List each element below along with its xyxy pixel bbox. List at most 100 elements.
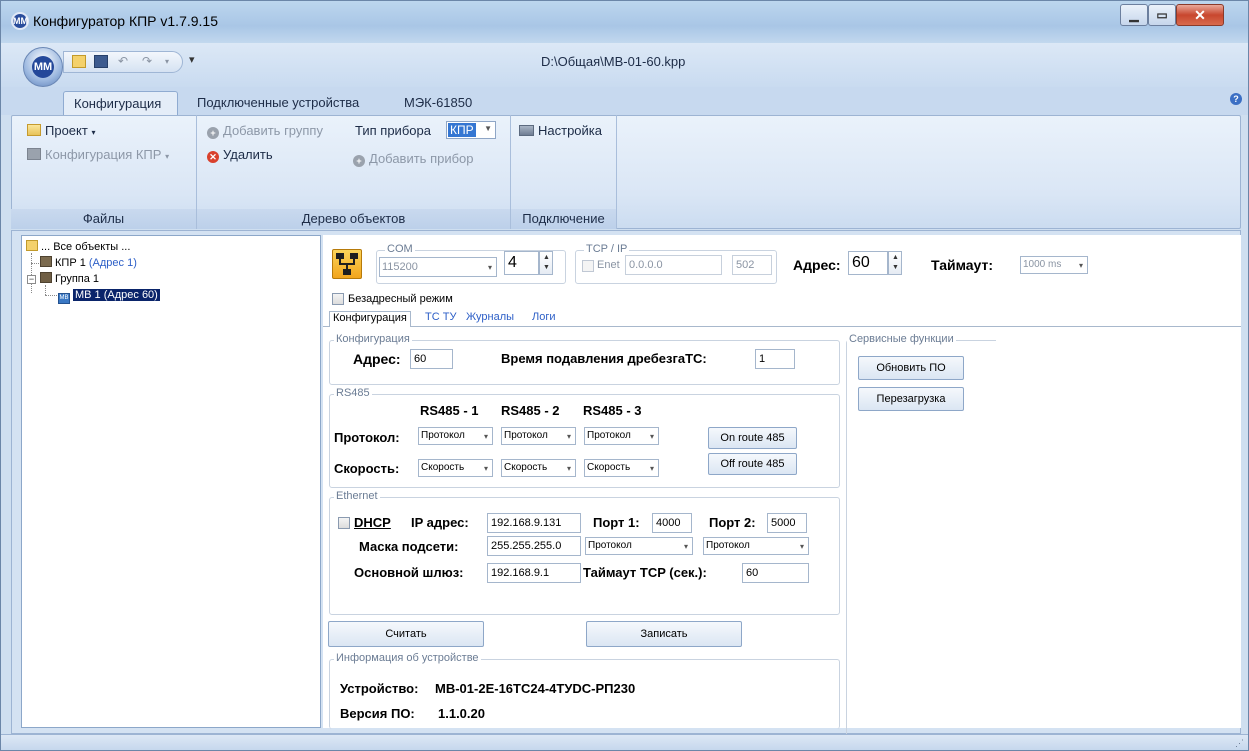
rs485-1-header: RS485 - 1 [420, 403, 479, 418]
ribbon-group-connection: Настройка Подключение [511, 115, 617, 229]
speed-label: Скорость: [334, 461, 400, 476]
firmware-label: Версия ПО: [340, 706, 415, 721]
off-route-485-button[interactable]: Off route 485 [708, 453, 797, 475]
dropdown-caret-icon: ▾ [91, 128, 96, 137]
redo-dropdown-icon[interactable]: ▾ [160, 55, 174, 68]
app-window: MM Конфигуратор КПР v1.7.9.15 ▁ ▭ ✕ MM ↶… [0, 0, 1249, 751]
connection-settings-button[interactable]: Настройка [519, 123, 602, 138]
update-firmware-button[interactable]: Обновить ПО [858, 356, 964, 380]
connect-network-button[interactable] [332, 249, 362, 279]
subnet-mask-input[interactable]: 255.255.255.0 [487, 536, 581, 556]
rs485-legend: RS485 [334, 387, 372, 399]
tree-item-kpr[interactable]: КПР 1 (Адрес 1) [40, 256, 137, 269]
ethernet-protocol1-select[interactable]: Протокол ▾ [585, 537, 693, 555]
gateway-input[interactable]: 192.168.9.1 [487, 563, 581, 583]
redo-icon[interactable]: ↷ [140, 55, 154, 68]
tree-item-mv[interactable]: MB МВ 1 (Адрес 60) [58, 289, 160, 304]
protocol-value: Протокол [421, 430, 465, 441]
chevron-down-icon: ▾ [487, 263, 492, 272]
enet-label: Enet [597, 259, 620, 271]
help-icon[interactable]: ? [1230, 93, 1242, 105]
add-group-button[interactable]: + Добавить группу [207, 123, 323, 139]
project-button[interactable]: Проект ▾ [27, 123, 95, 138]
address-stepper[interactable]: ▲ ▼ [888, 251, 902, 275]
read-button[interactable]: Считать [328, 621, 484, 647]
address-input[interactable]: 60 [848, 251, 888, 275]
title-bar: MM Конфигуратор КПР v1.7.9.15 ▁ ▭ ✕ [1, 1, 1248, 43]
tree-connector [31, 253, 32, 293]
tcp-port-input[interactable]: 502 [732, 255, 772, 275]
enet-checkbox[interactable] [582, 260, 594, 272]
minimize-button[interactable]: ▁ [1120, 4, 1148, 26]
timeout-label: Таймаут: [931, 257, 994, 273]
service-legend: Сервисные функции [847, 333, 956, 345]
dhcp-checkbox[interactable] [338, 517, 350, 529]
tab-logs[interactable]: Логи [532, 311, 556, 327]
firmware-value: 1.1.0.20 [438, 706, 485, 721]
com-port-stepper[interactable]: ▲ ▼ [539, 251, 553, 275]
rs485-2-speed-select[interactable]: Скорость ▾ [501, 459, 576, 477]
tab-iec-61850[interactable]: МЭК-61850 [394, 91, 482, 117]
ip-address-label: IP адрес: [411, 515, 469, 530]
folder-icon [27, 124, 41, 136]
on-route-485-button[interactable]: On route 485 [708, 427, 797, 449]
device-tree[interactable]: ... Все объекты ... КПР 1 (Адрес 1) − Гр… [21, 235, 321, 728]
dhcp-label[interactable]: DHCP [354, 515, 391, 530]
group-icon [40, 272, 52, 283]
config-kpr-button[interactable]: Конфигурация КПР ▾ [27, 147, 169, 162]
tree-root-label: ... Все объекты ... [41, 241, 131, 253]
reboot-button[interactable]: Перезагрузка [858, 387, 964, 411]
speed-value: Скорость [421, 462, 465, 473]
device-type-select[interactable]: КПР ▼ [446, 121, 496, 139]
chevron-down-icon: ▾ [1078, 261, 1083, 270]
write-button[interactable]: Записать [586, 621, 742, 647]
mv-device-icon: MB [58, 293, 70, 304]
stepper-down-icon: ▼ [892, 264, 899, 271]
timeout-select[interactable]: 1000 ms ▾ [1020, 256, 1088, 274]
ip-input[interactable]: 0.0.0.0 [625, 255, 722, 275]
resize-grip-icon[interactable]: ⋰ [1235, 738, 1244, 749]
tree-root[interactable]: ... Все объекты ... [26, 240, 130, 253]
port2-input[interactable]: 5000 [767, 513, 807, 533]
application-menu-button[interactable]: MM [23, 47, 63, 87]
ethernet-ip-input[interactable]: 192.168.9.131 [487, 513, 581, 533]
open-folder-icon[interactable] [72, 55, 86, 68]
tab-configuration[interactable]: Конфигурация [63, 91, 178, 117]
tcp-timeout-input[interactable]: 60 [742, 563, 809, 583]
delete-button[interactable]: ✕ Удалить [207, 147, 273, 163]
settings-label: Настройка [538, 123, 602, 138]
tab-ts-tu[interactable]: ТС ТУ [425, 311, 456, 327]
debounce-input[interactable]: 1 [755, 349, 795, 369]
rs485-3-speed-select[interactable]: Скорость ▾ [584, 459, 659, 477]
ethernet-protocol2-select[interactable]: Протокол ▾ [703, 537, 809, 555]
save-icon[interactable] [94, 55, 108, 68]
com-port-input[interactable]: 4 [504, 251, 539, 275]
port1-input[interactable]: 4000 [652, 513, 692, 533]
network-icon [519, 125, 534, 136]
addressless-checkbox[interactable] [332, 293, 344, 305]
config-address-input[interactable]: 60 [410, 349, 453, 369]
files-group-label: Файлы [11, 209, 196, 229]
collapse-icon[interactable]: − [27, 275, 36, 284]
rs485-1-protocol-select[interactable]: Протокол ▾ [418, 427, 493, 445]
tab-device-config[interactable]: Конфигурация [329, 311, 411, 327]
rs485-3-header: RS485 - 3 [583, 403, 642, 418]
add-device-button[interactable]: + Добавить прибор [353, 151, 474, 167]
tab-journals[interactable]: Журналы [466, 311, 514, 327]
maximize-button[interactable]: ▭ [1148, 4, 1176, 26]
add-group-label: Добавить группу [223, 123, 323, 138]
rs485-3-protocol-select[interactable]: Протокол ▾ [584, 427, 659, 445]
baud-select[interactable]: 115200 ▾ [379, 257, 497, 277]
rs485-2-protocol-select[interactable]: Протокол ▾ [501, 427, 576, 445]
rs485-1-speed-select[interactable]: Скорость ▾ [418, 459, 493, 477]
close-button[interactable]: ✕ [1176, 4, 1224, 26]
protocol-label: Протокол: [334, 430, 400, 445]
customize-quick-access-icon[interactable]: ▾ [189, 53, 195, 66]
ethernet-fieldset: Ethernet [329, 490, 840, 615]
undo-icon[interactable]: ↶ [116, 55, 130, 68]
tree-item-group[interactable]: Группа 1 [40, 272, 99, 285]
config-address-label: Адрес: [353, 351, 401, 367]
minimize-icon: ▁ [1129, 8, 1139, 22]
close-icon: ✕ [1194, 7, 1206, 23]
tab-connected-devices[interactable]: Подключенные устройства [187, 91, 369, 117]
